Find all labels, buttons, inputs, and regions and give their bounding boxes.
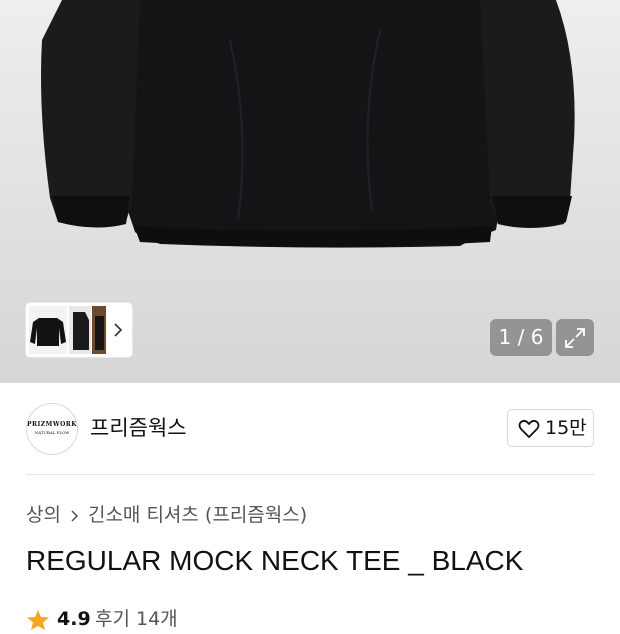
heart-outline-icon [518, 419, 540, 438]
like-button[interactable]: 15만 [507, 409, 594, 447]
like-count: 15만 [545, 417, 587, 439]
rating-score: 4.9 [57, 608, 91, 630]
breadcrumb-item-category[interactable]: 상의 [26, 504, 61, 526]
store-logo-text: PRIZMWORKS [27, 421, 78, 428]
thumbnail-strip[interactable] [26, 303, 132, 357]
breadcrumb: 상의 긴소매 티셔츠 (프리즘웍스) [26, 500, 307, 530]
thumbnail-1[interactable] [29, 306, 67, 354]
product-image-gallery[interactable]: 1 / 6 [0, 0, 620, 383]
image-counter: 1 / 6 [490, 319, 552, 356]
expand-arrows-icon [565, 328, 585, 348]
store-logo-subtext: NATURAL FLOW [34, 430, 70, 435]
chevron-right-icon[interactable] [112, 320, 124, 340]
divider [26, 474, 594, 475]
thumbnail-2[interactable] [69, 306, 91, 354]
expand-button[interactable] [556, 319, 594, 356]
breadcrumb-item-subcategory[interactable]: 긴소매 티셔츠 (프리즘웍스) [88, 504, 307, 526]
star-icon [27, 610, 49, 630]
thumbnail-3[interactable] [92, 306, 106, 354]
review-count[interactable]: 후기 14개 [95, 604, 178, 634]
chevron-right-icon [71, 509, 79, 522]
store-logo[interactable]: PRIZMWORKS NATURAL FLOW [26, 403, 78, 455]
store-name[interactable]: 프리즘웍스 [90, 413, 187, 443]
product-title: REGULAR MOCK NECK TEE _ BLACK [26, 545, 524, 576]
